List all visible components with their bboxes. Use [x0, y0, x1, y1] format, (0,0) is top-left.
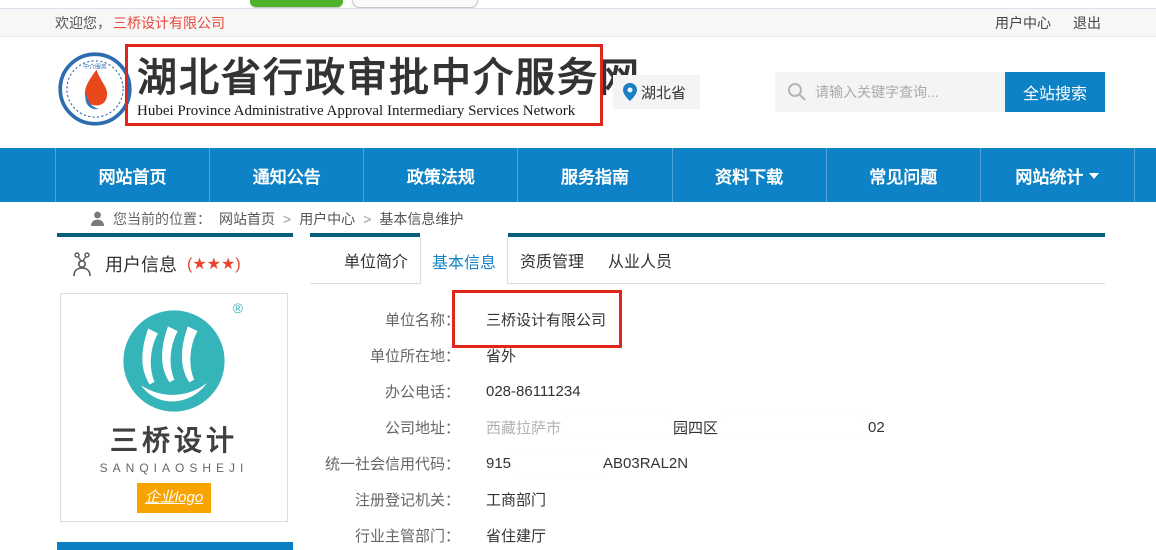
user-info-panel: 用户信息 (★★★) ® 三桥设计 SANQIAOSHEJI 企业logo — [57, 233, 293, 542]
form-row-industry-department: 行业主管部门： 省住建厅 — [310, 517, 1105, 550]
site-subtitle: Hubei Province Administrative Approval I… — [137, 103, 641, 120]
nav-item-policies[interactable]: 政策法规 — [364, 148, 518, 202]
breadcrumb-current: 基本信息维护 — [379, 209, 463, 229]
region-label: 湖北省 — [641, 82, 686, 103]
nav-item-downloads[interactable]: 资料下载 — [673, 148, 827, 202]
site-header: 中介服务 湖北省行政审批中介服务网 Hubei Province Adminis… — [0, 37, 1156, 148]
form-row-company-address: 公司地址： 西藏拉萨市 园四区 02 — [310, 409, 1105, 445]
field-label: 统一社会信用代码： — [310, 453, 460, 474]
main-nav: 网站首页 通知公告 政策法规 服务指南 资料下载 常见问题 网站统计 — [0, 148, 1156, 202]
user-info-title: 用户信息 — [105, 251, 177, 277]
chevron-down-icon — [1089, 173, 1099, 179]
tab-qualifications[interactable]: 资质管理 — [508, 237, 596, 283]
search-button[interactable]: 全站搜索 — [1005, 72, 1105, 112]
nav-item-faq[interactable]: 常见问题 — [827, 148, 981, 202]
field-value: 三桥设计有限公司 — [486, 309, 606, 330]
basic-info-form: 单位名称： 三桥设计有限公司 单位所在地： 省外 办公电话： 028-86111… — [310, 284, 1105, 550]
tab-unit-intro[interactable]: 单位简介 — [332, 237, 420, 283]
field-label: 办公电话： — [310, 381, 460, 402]
tab-bar: 单位简介 基本信息 资质管理 从业人员 — [310, 237, 1105, 284]
logout-link[interactable]: 退出 — [1073, 13, 1101, 33]
nav-item-home[interactable]: 网站首页 — [55, 148, 210, 202]
enterprise-logo-button[interactable]: 企业logo — [137, 483, 211, 513]
search-icon — [787, 82, 807, 102]
welcome-bar: 欢迎您， 三桥设计有限公司 用户中心 退出 — [0, 8, 1156, 37]
nav-item-notices[interactable]: 通知公告 — [210, 148, 364, 202]
company-wave-logo — [119, 306, 229, 416]
site-title-block[interactable]: 湖北省行政审批中介服务网 Hubei Province Administrati… — [137, 55, 641, 120]
tab-personnel[interactable]: 从业人员 — [596, 237, 684, 283]
brand-name-cn: 三桥设计 — [61, 419, 287, 459]
breadcrumb-separator: > — [283, 211, 291, 227]
welcome-text: 欢迎您， — [55, 13, 111, 33]
form-row-unit-region: 单位所在地： 省外 — [310, 337, 1105, 373]
company-logo-box: ® 三桥设计 SANQIAOSHEJI 企业logo — [60, 293, 288, 522]
user-info-icon — [69, 251, 95, 277]
site-logo-flame-icon[interactable]: 中介服务 — [58, 52, 132, 126]
redaction-scribble — [718, 416, 868, 438]
company-name-link[interactable]: 三桥设计有限公司 — [113, 13, 225, 33]
field-label: 单位所在地： — [310, 345, 460, 366]
form-row-credit-code: 统一社会信用代码： 915 AB03RAL2N — [310, 445, 1105, 481]
nav-item-site-stats[interactable]: 网站统计 — [981, 148, 1135, 202]
user-location-icon — [90, 211, 105, 227]
user-rating-stars: (★★★) — [187, 254, 241, 274]
site-title: 湖北省行政审批中介服务网 — [137, 55, 641, 101]
tab-basic-info[interactable]: 基本信息 — [420, 237, 508, 284]
field-value-redacted: 915 AB03RAL2N — [486, 452, 688, 474]
basic-info-panel: 单位简介 基本信息 资质管理 从业人员 单位名称： 三桥设计有限公司 单位所在地… — [310, 233, 1105, 550]
form-row-unit-name: 单位名称： 三桥设计有限公司 — [310, 301, 1105, 337]
breadcrumb-prefix: 您当前的位置： — [113, 209, 211, 229]
field-label: 注册登记机关： — [310, 489, 460, 510]
field-label: 公司地址： — [310, 417, 460, 438]
user-center-link[interactable]: 用户中心 — [995, 13, 1051, 33]
field-value-redacted: 西藏拉萨市 园四区 02 — [486, 416, 885, 438]
breadcrumb: 您当前的位置： 网站首页 > 用户中心 > 基本信息维护 — [90, 207, 463, 231]
location-pin-icon — [623, 83, 637, 101]
redaction-scribble — [511, 452, 603, 474]
search-input[interactable] — [775, 72, 1005, 112]
breadcrumb-separator: > — [363, 211, 371, 227]
field-value: 028-86111234 — [486, 383, 581, 400]
form-row-registration-authority: 注册登记机关： 工商部门 — [310, 481, 1105, 517]
breadcrumb-home[interactable]: 网站首页 — [219, 209, 275, 229]
nav-item-service-guide[interactable]: 服务指南 — [518, 148, 672, 202]
brand-name-en: SANQIAOSHEJI — [61, 461, 287, 475]
field-label: 单位名称： — [310, 309, 460, 330]
top-button-fragment-green[interactable] — [250, 0, 343, 7]
registered-trademark-mark: ® — [233, 300, 243, 316]
field-value: 工商部门 — [486, 489, 546, 510]
page: 欢迎您， 三桥设计有限公司 用户中心 退出 中介服务 湖北省行政审批中介服务网 … — [0, 0, 1156, 550]
redaction-scribble — [561, 416, 673, 438]
form-row-office-phone: 办公电话： 028-86111234 — [310, 373, 1105, 409]
breadcrumb-user-center[interactable]: 用户中心 — [299, 209, 355, 229]
sidebar-next-section-bar — [57, 542, 293, 550]
field-value: 省住建厅 — [486, 525, 546, 546]
top-button-fragment-gray[interactable] — [352, 0, 478, 8]
field-value: 省外 — [486, 345, 516, 366]
region-selector[interactable]: 湖北省 — [613, 75, 700, 109]
field-label: 行业主管部门： — [310, 525, 460, 546]
